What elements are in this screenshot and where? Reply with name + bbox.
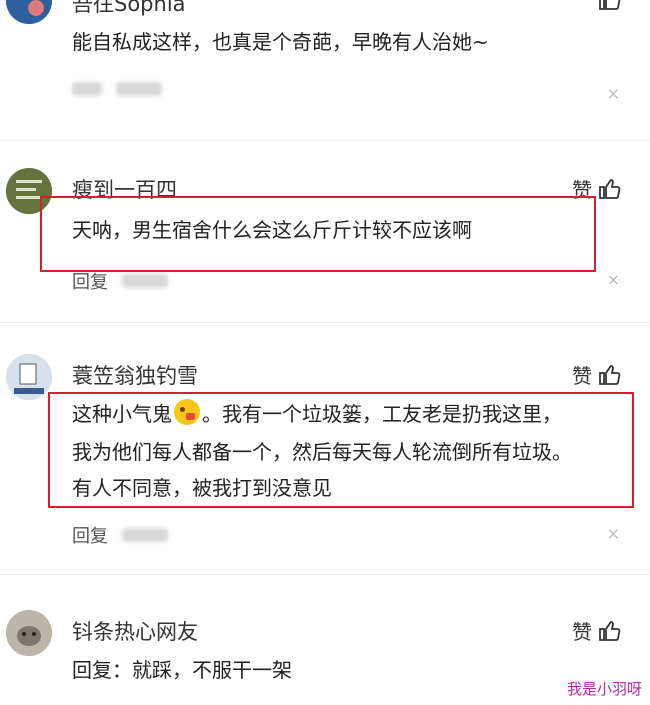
close-icon[interactable]: × [607,524,620,543]
close-icon[interactable]: × [607,270,620,289]
divider [0,574,650,575]
commenter-name[interactable]: 蓑笠翁独钓雪 [72,360,198,390]
avatar[interactable] [6,610,52,656]
thumbs-up-icon [599,178,621,199]
timestamp [122,274,168,288]
comment-text: 回复：就踩，不服干一架 [72,658,292,682]
watermark: 我是小羽呀 [566,680,642,698]
close-icon[interactable]: × [607,84,620,103]
divider [0,140,650,141]
comment-meta [72,82,162,96]
reply-button[interactable] [72,82,102,96]
like-button[interactable] [598,0,622,12]
thumbs-up-icon [599,364,621,385]
like-label: 赞 [572,620,592,644]
thumbs-up-icon [599,0,621,10]
highlight-box [48,392,634,508]
comment-text: 能自私成这样，也真是个奇葩，早晚有人治她~ [72,30,489,54]
commenter-name[interactable]: 钭条热心网友 [72,616,198,646]
divider [0,322,650,323]
avatar[interactable] [6,354,52,400]
timestamp [122,528,168,542]
timestamp [116,82,162,96]
comment-meta: 回复 [72,522,168,548]
commenter-name[interactable]: 吾往Sophia [72,0,186,18]
like-button[interactable]: 赞 [572,360,622,389]
like-button[interactable]: 赞 [572,616,622,645]
avatar[interactable] [6,0,52,24]
thumbs-up-icon [599,620,621,641]
like-label: 赞 [572,364,592,388]
highlight-box [40,196,596,272]
reply-button[interactable]: 回复 [72,522,108,548]
